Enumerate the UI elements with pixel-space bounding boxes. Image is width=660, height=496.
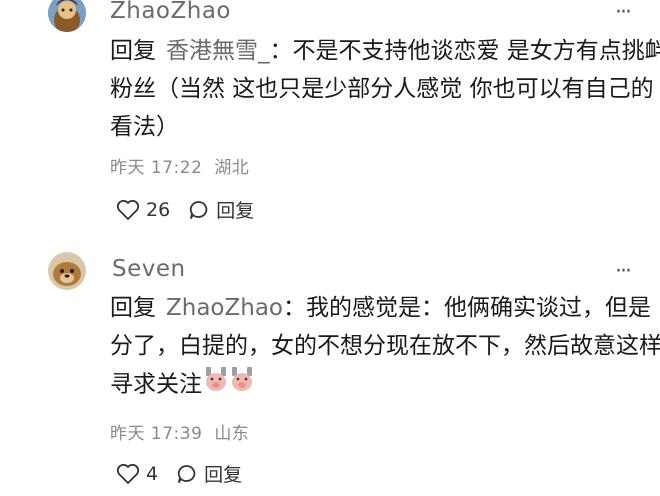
pig-face-emoji — [230, 365, 254, 405]
avatar-image — [48, 252, 86, 290]
reply-button[interactable]: 回复 — [176, 460, 242, 487]
like-count: 4 — [146, 462, 159, 485]
like-button[interactable]: 26 — [116, 199, 170, 221]
comment-location: 山东 — [214, 424, 250, 444]
like-count: 26 — [146, 198, 171, 221]
comment-meta: 昨天 17:22 湖北 — [110, 153, 249, 178]
comment-text: 回复 香港無雪_：不是不支持他谈恋爱 是女方有点挑衅粉丝（当然 这也只是少部分人感… — [110, 32, 660, 146]
reply-button[interactable]: 回复 — [188, 196, 254, 223]
username[interactable]: Seven — [112, 256, 186, 282]
heart-icon — [116, 199, 140, 220]
avatar[interactable] — [48, 0, 86, 32]
reply-prefix: 回复 — [110, 295, 156, 321]
reply-target-name[interactable]: 香港無雪_ — [166, 38, 270, 64]
comment-bubble-icon — [190, 200, 208, 219]
reply-prefix: 回复 — [110, 38, 156, 64]
username[interactable]: ZhaoZhao — [110, 0, 231, 24]
separator: ： — [269, 38, 293, 64]
reply-label: 回复 — [204, 464, 243, 486]
comment-actions: 26 回复 — [116, 196, 272, 223]
comment-actions: 4 回复 — [116, 460, 260, 487]
more-options-icon[interactable]: ··· — [615, 261, 632, 283]
more-options-icon[interactable]: ··· — [615, 2, 632, 24]
comment-time: 昨天 17:22 — [110, 158, 203, 178]
reply-target-name[interactable]: ZhaoZhao — [166, 295, 283, 321]
comment-location: 湖北 — [214, 158, 250, 178]
heart-icon — [116, 463, 140, 484]
separator: ： — [283, 295, 306, 321]
avatar[interactable] — [48, 252, 86, 290]
comment-bubble-icon — [177, 464, 196, 483]
avatar-image — [48, 0, 86, 32]
comment-text: 回复 ZhaoZhao：我的感觉是：他俩确实谈过，但是分了，白提的，女的不想分现在… — [110, 289, 660, 405]
reply-label: 回复 — [216, 200, 255, 222]
comment-time: 昨天 17:39 — [110, 424, 203, 444]
pig-face-emoji — [204, 365, 228, 405]
like-button[interactable]: 4 — [116, 463, 158, 485]
comment-meta: 昨天 17:39 山东 — [110, 419, 249, 444]
